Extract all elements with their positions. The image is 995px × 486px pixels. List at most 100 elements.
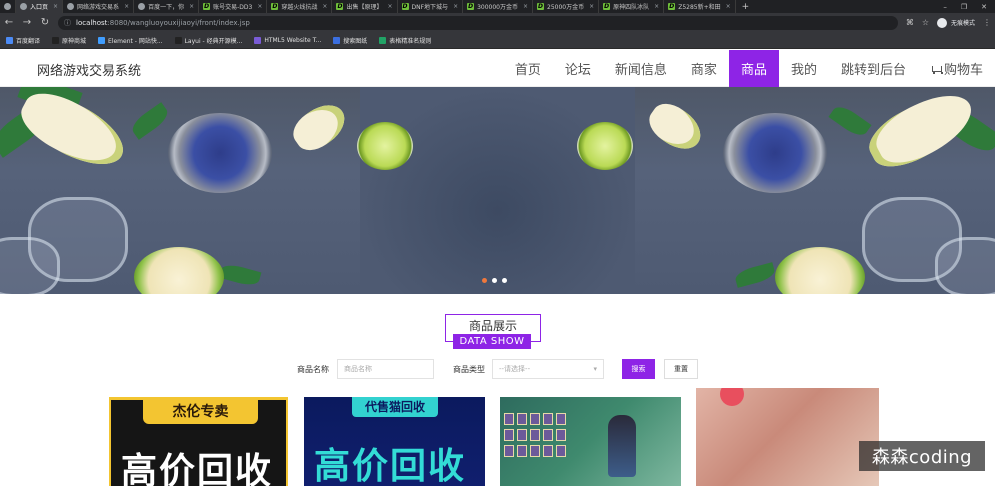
translate-icon[interactable]: ⌘ bbox=[906, 18, 914, 27]
product-image-detail bbox=[530, 445, 540, 457]
product-image-detail bbox=[530, 413, 540, 425]
browser-tab[interactable]: 百度一下，你 × bbox=[134, 0, 200, 13]
browser-tab[interactable] bbox=[0, 0, 16, 13]
product-image-detail bbox=[530, 429, 540, 441]
close-icon[interactable]: × bbox=[726, 3, 731, 10]
menu-admin[interactable]: 跳转到后台 bbox=[829, 50, 918, 87]
browser-tab-strip: 入口页 × 网络游戏交易系 × 百度一下，你 × D 账号交易-DD3 × D 穿越火线抗战… bbox=[0, 0, 995, 13]
browser-tab[interactable]: 网络游戏交易系 × bbox=[63, 0, 135, 13]
product-image-detail bbox=[504, 445, 514, 457]
banner-carousel[interactable] bbox=[0, 87, 995, 294]
address-bar[interactable]: ⓘ localhost:8080/wangluoyouxijiaoyi/fron… bbox=[58, 15, 898, 30]
browser-tab[interactable]: D 300000万金币 × bbox=[463, 0, 534, 13]
browser-tab[interactable]: D 原神四队冰队 × bbox=[599, 0, 665, 13]
game-character-image bbox=[608, 415, 636, 477]
bookmark-item[interactable]: 搜索图纸 bbox=[333, 36, 367, 45]
banner-decoration bbox=[723, 113, 827, 193]
menu-news[interactable]: 新闻信息 bbox=[603, 50, 679, 87]
product-tag: 杰伦专卖 bbox=[143, 400, 258, 424]
d-site-icon: D bbox=[467, 3, 475, 10]
carousel-dot[interactable] bbox=[502, 278, 507, 283]
profile-button[interactable]: 无痕模式 bbox=[936, 17, 975, 28]
menu-merchants[interactable]: 商家 bbox=[679, 50, 729, 87]
close-icon[interactable]: × bbox=[257, 3, 262, 10]
banner-decoration bbox=[218, 262, 262, 288]
browser-tab-active[interactable]: 入口页 × bbox=[16, 0, 64, 13]
bookmarks-bar: 百度翻译 原神商城 Element - 网站快... Layui - 经典开源模… bbox=[0, 32, 995, 49]
product-type-select[interactable]: --请选择-- ▾ bbox=[492, 359, 604, 379]
close-icon[interactable]: × bbox=[654, 3, 659, 10]
product-image-detail bbox=[504, 413, 514, 425]
bookmark-item[interactable]: 百度翻译 bbox=[6, 36, 40, 45]
banner-decoration bbox=[935, 237, 995, 294]
carousel-dot[interactable] bbox=[482, 278, 487, 283]
minimize-icon[interactable]: – bbox=[943, 3, 947, 11]
new-tab-button[interactable]: + bbox=[736, 0, 756, 13]
carousel-dot[interactable] bbox=[492, 278, 497, 283]
search-button[interactable]: 搜索 bbox=[622, 359, 655, 379]
bookmark-item[interactable]: Element - 网站快... bbox=[98, 36, 163, 45]
bookmark-label: 表格精准名规则 bbox=[389, 37, 432, 45]
banner-decoration bbox=[168, 113, 272, 193]
reload-icon[interactable]: ↻ bbox=[40, 17, 50, 28]
star-icon[interactable]: ☆ bbox=[922, 18, 929, 27]
site-brand[interactable]: 网络游戏交易系统 bbox=[37, 60, 141, 79]
bookmark-icon bbox=[98, 36, 106, 44]
close-icon[interactable]: × bbox=[453, 3, 458, 10]
forward-icon[interactable]: → bbox=[22, 17, 32, 28]
browser-tab[interactable]: D DNF地下城与 × bbox=[398, 0, 464, 13]
menu-products[interactable]: 商品 bbox=[728, 50, 779, 87]
bookmark-label: HTML5 Website T... bbox=[264, 36, 322, 44]
product-card[interactable]: 杰伦专卖 高价回收 bbox=[109, 397, 288, 486]
bookmark-item[interactable]: Layui - 经典开源模... bbox=[174, 36, 242, 45]
back-icon[interactable]: ← bbox=[4, 17, 14, 28]
d-site-icon: D bbox=[603, 3, 611, 10]
bookmark-label: 原神商城 bbox=[62, 37, 87, 45]
menu-home[interactable]: 首页 bbox=[503, 50, 553, 87]
d-site-icon: D bbox=[401, 3, 409, 10]
close-icon[interactable]: × bbox=[322, 3, 327, 10]
product-image-detail bbox=[504, 429, 514, 441]
product-image-detail bbox=[517, 413, 527, 425]
close-window-icon[interactable]: ✕ bbox=[981, 3, 987, 11]
bookmark-item[interactable]: HTML5 Website T... bbox=[254, 36, 322, 44]
d-site-icon: D bbox=[668, 3, 676, 10]
product-card[interactable] bbox=[500, 397, 681, 486]
bookmark-item[interactable]: 原神商城 bbox=[52, 36, 86, 45]
product-name-input[interactable]: 商品名称 bbox=[337, 359, 434, 379]
banner-decoration bbox=[128, 102, 172, 140]
select-value: --请选择-- bbox=[499, 365, 531, 373]
tab-label: 300000万金币 bbox=[477, 4, 518, 11]
browser-tab[interactable]: D 出售【原理】 × bbox=[332, 0, 398, 13]
product-card[interactable] bbox=[696, 388, 879, 486]
site-header: 网络游戏交易系统 首页 论坛 新闻信息 商家 商品 我的 跳转到后台 购物车 bbox=[0, 50, 995, 87]
bookmark-item[interactable]: 表格精准名规则 bbox=[379, 36, 431, 45]
close-icon[interactable]: × bbox=[53, 3, 58, 10]
close-icon[interactable]: × bbox=[387, 3, 392, 10]
tab-label: 出售【原理】 bbox=[346, 4, 383, 11]
restore-icon[interactable]: ❐ bbox=[961, 3, 967, 11]
close-icon[interactable]: × bbox=[189, 3, 194, 10]
page-icon bbox=[67, 3, 75, 10]
tab-label: 原神四队冰队 bbox=[613, 4, 650, 11]
menu-cart[interactable]: 购物车 bbox=[918, 50, 995, 87]
tab-label: DNF地下城与 bbox=[411, 4, 449, 11]
menu-forum[interactable]: 论坛 bbox=[553, 50, 603, 87]
type-label: 商品类型 bbox=[453, 364, 485, 374]
reset-button[interactable]: 重置 bbox=[664, 359, 698, 379]
product-card[interactable]: 代售猫回收 高价回收 bbox=[304, 397, 485, 486]
menu-mine[interactable]: 我的 bbox=[779, 50, 829, 87]
close-icon[interactable]: × bbox=[523, 3, 528, 10]
menu-icon[interactable]: ⋮ bbox=[983, 18, 991, 27]
browser-tab[interactable]: D 25000万金币 × bbox=[533, 0, 600, 13]
close-icon[interactable]: × bbox=[589, 3, 594, 10]
browser-tab[interactable]: D 穿越火线抗战 × bbox=[267, 0, 333, 13]
bookmark-label: Element - 网站快... bbox=[108, 37, 163, 45]
close-icon[interactable]: × bbox=[124, 3, 129, 10]
banner-decoration bbox=[0, 237, 60, 294]
info-icon[interactable]: ⓘ bbox=[64, 18, 71, 28]
browser-tab[interactable]: D 账号交易-DD3 × bbox=[199, 0, 268, 13]
carousel-indicators bbox=[482, 278, 507, 283]
banner-decoration bbox=[577, 122, 633, 170]
browser-tab[interactable]: D Z5285新+和田 × bbox=[664, 0, 736, 13]
